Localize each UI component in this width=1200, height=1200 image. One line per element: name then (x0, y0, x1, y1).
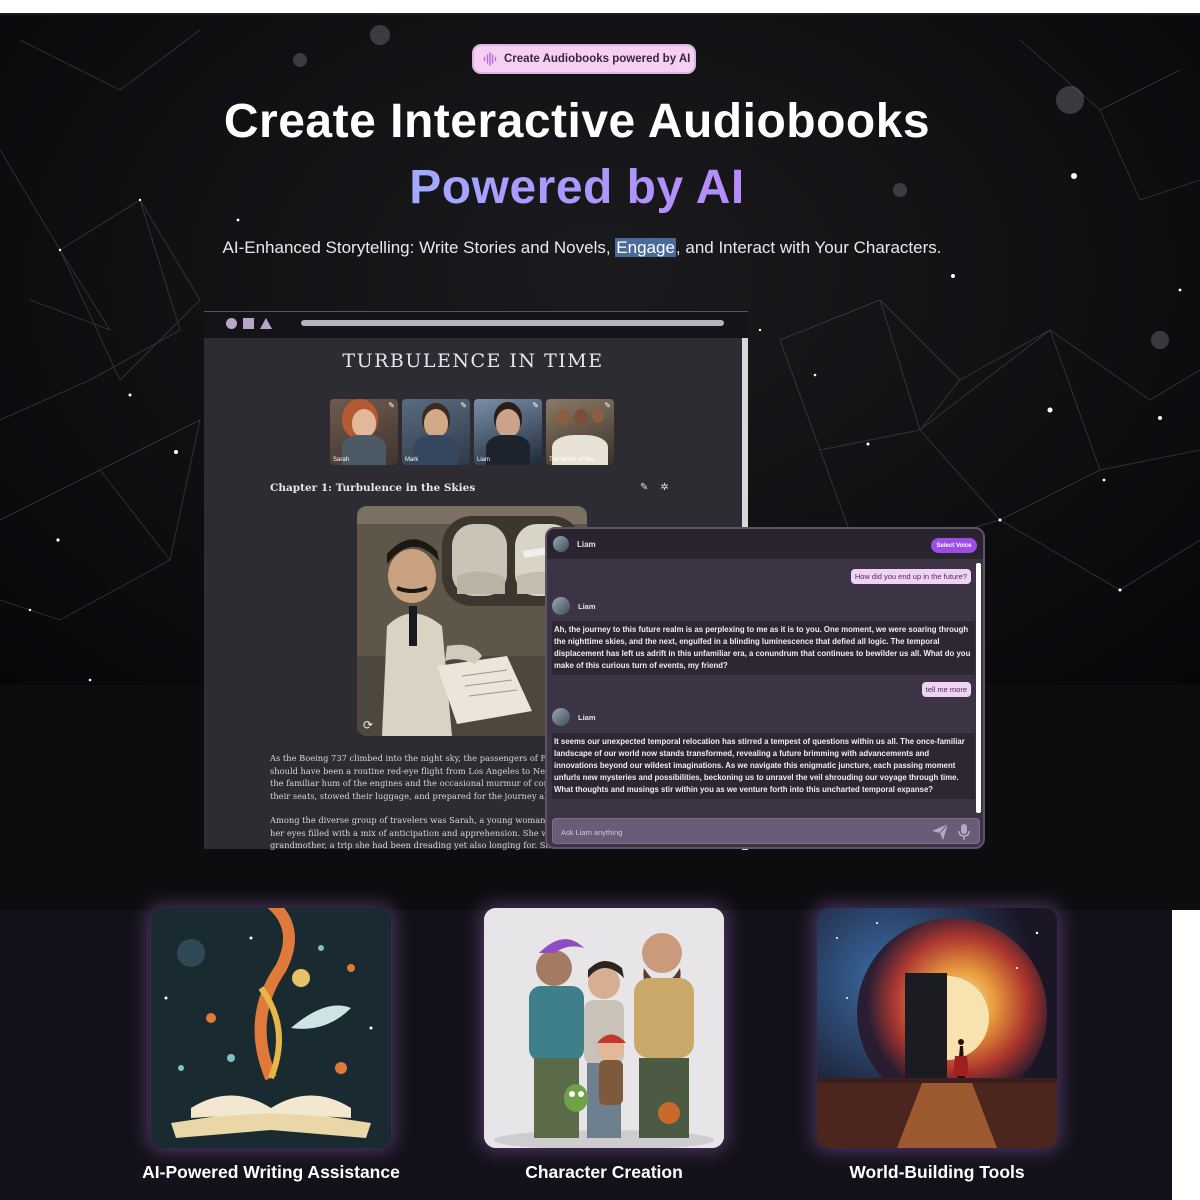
edit-icon[interactable]: ✎ (640, 482, 648, 493)
bot-name: Liam (578, 601, 596, 611)
chat-scrollbar[interactable] (976, 563, 981, 813)
avatar (552, 597, 570, 615)
feature-label: Character Creation (525, 1162, 683, 1182)
regenerate-icon[interactable]: ⟳ (363, 718, 373, 732)
feature-image (817, 908, 1057, 1148)
feature-character-creation[interactable]: Character Creation (484, 908, 724, 1182)
feature-writing-assistance[interactable]: AI-Powered Writing Assistance (142, 908, 400, 1182)
character-name: Liam (477, 457, 491, 463)
edge-strip (1172, 910, 1200, 1200)
hero-title-gradient: Powered by AI (0, 160, 1154, 215)
book-title: TURBULENCE IN TIME (342, 350, 604, 372)
bot-message-header: Liam (552, 597, 596, 615)
circle-icon[interactable] (226, 318, 237, 329)
character-chat-panel: Liam Select Voice How did you end up in … (545, 527, 985, 849)
window-titlebar (204, 312, 748, 338)
character-portrait (496, 409, 520, 437)
feature-world-building[interactable]: World-Building Tools (817, 908, 1057, 1182)
select-voice-button[interactable]: Select Voice (931, 538, 977, 553)
character-portrait (424, 409, 448, 437)
chat-character-name: Liam (577, 539, 596, 549)
sound-wave-icon (483, 52, 497, 66)
bot-name: Liam (578, 712, 596, 722)
subtitle-text: AI-Enhanced Storytelling: Write Stories … (222, 238, 616, 257)
feature-image (484, 908, 724, 1148)
microphone-icon[interactable] (957, 823, 971, 841)
feature-art (817, 908, 1057, 1148)
edit-character-icon[interactable]: ✎ (604, 401, 611, 410)
feature-image (151, 908, 391, 1148)
hero-subtitle: AI-Enhanced Storytelling: Write Stories … (220, 235, 944, 260)
chapter-actions: ✎ ✲ (640, 482, 669, 493)
edit-character-icon[interactable]: ✎ (388, 401, 395, 410)
chat-input-bar (552, 818, 980, 844)
user-message: How did you end up in the future? (850, 569, 971, 584)
edit-character-icon[interactable]: ✎ (460, 401, 467, 410)
feature-art (484, 908, 724, 1148)
story-text: As the Boeing 737 climbed into the night… (270, 752, 560, 864)
character-name: The family of five (549, 457, 595, 463)
character-portrait (556, 409, 570, 425)
edit-character-icon[interactable]: ✎ (532, 401, 539, 410)
story-paragraph: As the Boeing 737 climbed into the night… (270, 753, 560, 801)
character-list: ✎ Sarah ✎ Mark ✎ Liam ✎ The family of fi… (330, 399, 614, 465)
subtitle-text-end: , and Interact with Your Characters. (675, 238, 942, 257)
badge-label: Create Audiobooks powered by AI (504, 53, 691, 65)
user-message: tell me more (921, 682, 971, 697)
character-portrait (352, 409, 376, 437)
chat-input[interactable] (561, 825, 921, 839)
send-icon[interactable] (931, 823, 949, 841)
address-bar[interactable] (301, 320, 724, 326)
bot-message: It seems our unexpected temporal relocat… (552, 733, 975, 799)
character-name: Mark (405, 457, 419, 463)
subtitle-highlight: Engage (615, 238, 676, 257)
square-icon[interactable] (243, 318, 254, 329)
story-paragraph: Among the diverse group of travelers was… (270, 815, 560, 850)
hero-badge[interactable]: Create Audiobooks powered by AI (472, 44, 696, 74)
character-card-family[interactable]: ✎ The family of five (546, 399, 614, 465)
bot-message-header: Liam (552, 708, 596, 726)
character-card-sarah[interactable]: ✎ Sarah (330, 399, 398, 465)
hero-title: Create Interactive Audiobooks (223, 95, 931, 148)
avatar (553, 536, 569, 552)
top-strip (0, 0, 1200, 15)
feature-label: AI-Powered Writing Assistance (142, 1162, 400, 1182)
character-card-liam[interactable]: ✎ Liam (474, 399, 542, 465)
chapter-title: Chapter 1: Turbulence in the Skies (270, 482, 476, 494)
feature-art (151, 908, 391, 1148)
character-name: Sarah (333, 457, 350, 463)
feature-label: World-Building Tools (849, 1162, 1025, 1182)
triangle-icon[interactable] (260, 318, 272, 329)
window-controls (226, 318, 272, 329)
bot-message: Ah, the journey to this future realm is … (552, 621, 975, 675)
character-card-mark[interactable]: ✎ Mark (402, 399, 470, 465)
avatar (552, 708, 570, 726)
magic-wand-icon[interactable]: ✲ (660, 482, 668, 493)
chat-header: Liam Select Voice (547, 529, 983, 559)
